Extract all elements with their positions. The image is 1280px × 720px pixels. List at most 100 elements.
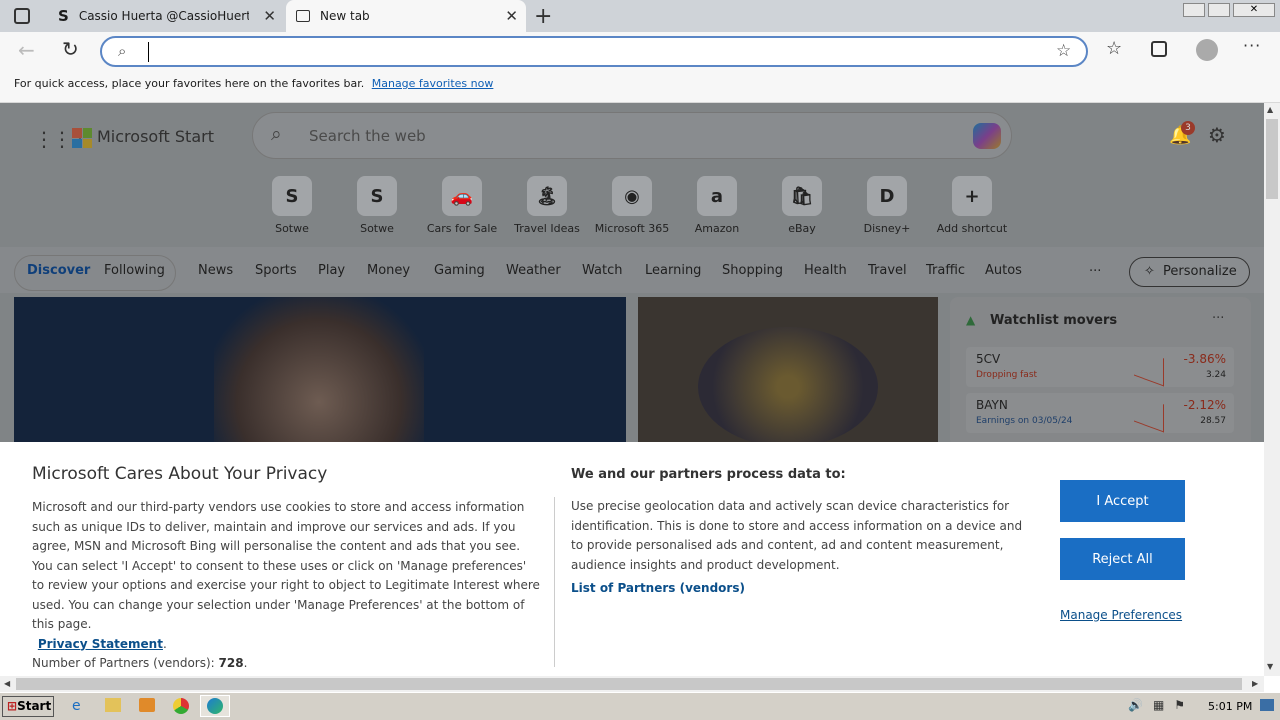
nav-money[interactable]: Money [367,263,410,278]
watchlist-card[interactable]: ▲ Watchlist movers ··· 5CV Dropping fast -… [950,297,1251,447]
start-button[interactable]: ⊞Start [2,696,54,717]
fish-news-card[interactable] [638,297,938,447]
shortcut-3[interactable]: 🏝 Travel Ideas [507,176,587,235]
scroll-thumb[interactable] [16,678,1242,690]
back-icon[interactable]: ← [18,38,35,62]
watchlist-row[interactable]: 5CV Dropping fast -3.86% 3.24 [966,347,1234,387]
shortcut-icon: 🏝 [527,176,567,216]
tab-actions-icon[interactable] [14,8,30,24]
scroll-right-icon[interactable]: ▶ [1252,679,1258,688]
shortcut-4[interactable]: ◉ Microsoft 365 [592,176,672,235]
settings-more-icon[interactable]: ··· [1243,36,1261,55]
restore-button[interactable] [1208,3,1230,17]
manage-favorites-link[interactable]: Manage favorites now [372,77,494,90]
ie-icon[interactable]: e [72,698,81,714]
tray-icons[interactable]: 🔊▦⚑ [1128,698,1195,712]
stock-symbol: BAYN [976,398,1008,412]
new-tab-button[interactable]: + [534,4,552,29]
shortcut-label: Microsoft 365 [594,222,670,235]
edge-icon [207,698,223,714]
nav-autos[interactable]: Autos [985,263,1022,278]
scroll-thumb[interactable] [1266,119,1278,199]
nav-watch[interactable]: Watch [582,263,622,278]
shortcut-icon: S [272,176,312,216]
search-icon: ⌕ [271,123,282,145]
nav-health[interactable]: Health [804,263,847,278]
scroll-down-icon[interactable]: ▼ [1267,662,1273,671]
address-input[interactable] [148,42,1028,62]
favorites-bar-hint: For quick access, place your favorites h… [14,77,365,90]
shortcut-7[interactable]: D Disney+ [847,176,927,235]
close-tab-icon[interactable]: ✕ [505,7,518,25]
stock-price: 28.57 [1200,416,1226,426]
reject-all-button[interactable]: Reject All [1060,538,1185,580]
chrome-icon[interactable] [173,698,189,714]
tab-sotwe[interactable]: S Cassio Huerta @CassioHuerta - T ✕ [48,0,284,32]
nav-following[interactable]: Following [104,263,165,278]
vertical-scrollbar[interactable]: ▲ ▼ [1264,103,1280,676]
profile-avatar[interactable] [1196,39,1218,61]
nav-weather[interactable]: Weather [506,263,561,278]
hero-news-card[interactable] [14,297,626,447]
nav-traffic[interactable]: Traffic [926,263,965,278]
favorites-icon[interactable]: ☆ [1106,38,1122,59]
shortcut-5[interactable]: a Amazon [677,176,757,235]
shortcut-0[interactable]: S Sotwe [252,176,332,235]
close-tab-icon[interactable]: ✕ [263,7,276,25]
explorer-icon[interactable] [105,698,121,712]
nav-discover[interactable]: Discover [27,263,90,278]
personalize-icon: ✧ [1144,264,1155,279]
microsoft-logo [72,128,92,148]
manage-preferences-link[interactable]: Manage Preferences [1060,608,1182,622]
add-favorite-icon[interactable]: ☆ [1056,41,1071,61]
watchlist-more-icon[interactable]: ··· [1212,311,1224,326]
nav-news[interactable]: News [198,263,233,278]
shortcut-8[interactable]: + Add shortcut [932,176,1012,235]
shortcut-2[interactable]: 🚗 Cars for Sale [422,176,502,235]
privacy-statement-link[interactable]: Privacy Statement [38,637,163,651]
collections-icon[interactable] [1151,41,1167,57]
tab-new-tab[interactable]: New tab ✕ [286,0,526,32]
accept-button[interactable]: I Accept [1060,480,1185,522]
scroll-up-icon[interactable]: ▲ [1267,105,1273,114]
nav-play[interactable]: Play [318,263,345,278]
process-body: Use precise geolocation data and activel… [571,499,1023,572]
address-bar[interactable]: ⌕ ☆ [100,36,1088,67]
refresh-icon[interactable]: ↻ [62,37,79,61]
nav-gaming[interactable]: Gaming [434,263,485,278]
desktop-icon[interactable] [1260,699,1274,711]
nav-sports[interactable]: Sports [255,263,297,278]
shortcut-1[interactable]: S Sotwe [337,176,417,235]
web-search-box[interactable]: ⌕ Search the web [252,112,1012,159]
copilot-icon[interactable] [973,123,1001,149]
shortcut-6[interactable]: 🛍 eBay [762,176,842,235]
personalize-button[interactable]: ✧ Personalize [1129,257,1250,287]
settings-gear-icon[interactable]: ⚙ [1208,123,1226,147]
brand-title[interactable]: Microsoft Start [97,127,214,146]
shortcut-label: eBay [788,222,816,235]
stock-change: -3.86% [1183,352,1226,366]
stock-price: 3.24 [1205,370,1226,380]
shortcut-label: Amazon [694,222,740,235]
partners-label: Number of Partners (vendors): [32,656,215,670]
tab-title: Cassio Huerta @CassioHuerta - T [78,9,249,23]
nav-travel[interactable]: Travel [868,263,907,278]
sparkline-icon [1134,347,1164,387]
privacy-divider [554,497,555,667]
watchlist-chart-icon: ▲ [966,313,976,327]
media-player-icon[interactable] [139,698,155,712]
clock: 5:01 PM [1208,700,1253,713]
windows-taskbar: ⊞Start e 🔊▦⚑ 5:01 PM [0,692,1280,720]
partners-list-link[interactable]: List of Partners (vendors) [571,581,745,595]
close-window-button[interactable]: ✕ [1233,3,1275,17]
scroll-left-icon[interactable]: ◀ [4,679,10,688]
stock-change: -2.12% [1183,398,1226,412]
watchlist-row[interactable]: BAYN Earnings on 03/05/24 -2.12% 28.57 [966,393,1234,433]
nav-shopping[interactable]: Shopping [722,263,783,278]
nav-learning[interactable]: Learning [645,263,701,278]
nav-more-icon[interactable]: ··· [1089,264,1101,279]
horizontal-scrollbar[interactable]: ◀ ▶ [0,676,1264,692]
shortcut-icon: + [952,176,992,216]
minimize-button[interactable] [1183,3,1205,17]
tab-bar: S Cassio Huerta @CassioHuerta - T ✕ New … [0,0,1280,32]
